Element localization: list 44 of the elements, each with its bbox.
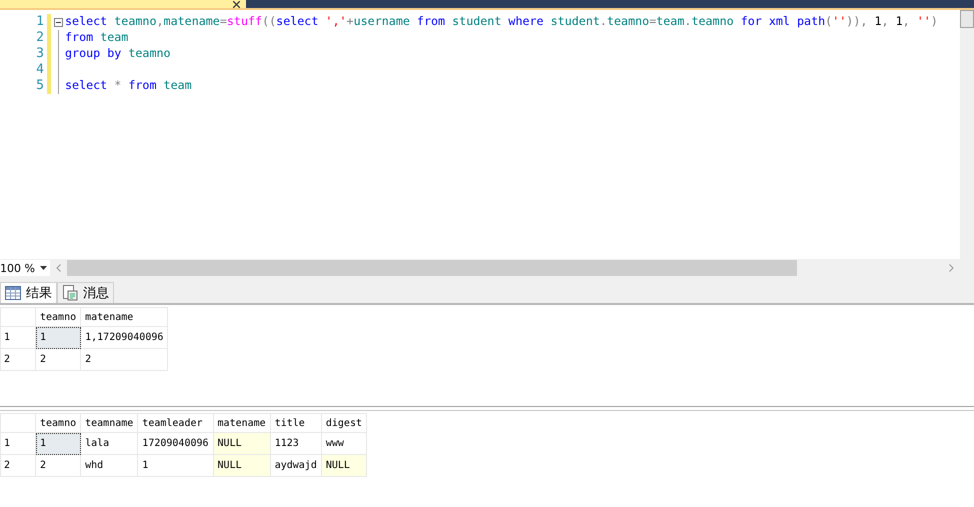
column-header[interactable]: teamname [80, 414, 138, 432]
table-cell[interactable]: 2 [36, 348, 81, 370]
table-cell[interactable]: whd [80, 454, 138, 476]
line-number: 5 [35, 78, 44, 94]
table-cell[interactable]: 2 [36, 454, 81, 476]
table-cell[interactable]: NULL [213, 432, 270, 454]
line-number: 1 [35, 14, 44, 30]
table-cell[interactable]: 1,17209040096 [80, 326, 168, 348]
close-icon[interactable] [233, 1, 240, 8]
column-header[interactable]: teamleader [138, 414, 214, 432]
document-icon [62, 285, 78, 301]
line-number: 3 [35, 46, 44, 62]
table-cell[interactable]: 1 [36, 432, 81, 454]
result-tab[interactable]: 消息 [57, 282, 114, 303]
table-cell[interactable]: 1 [138, 454, 214, 476]
table-cell[interactable]: 2 [80, 348, 168, 370]
table-cell[interactable]: 1123 [270, 432, 322, 454]
table-cell[interactable]: aydwajd [270, 454, 322, 476]
column-header[interactable]: digest [321, 414, 366, 432]
code-line: group by teamno [65, 46, 171, 62]
code-line: select * from team [65, 78, 192, 94]
table-cell[interactable]: NULL [321, 454, 366, 476]
code-line: from team [65, 30, 128, 46]
column-header[interactable]: teamno [36, 414, 81, 432]
code-line: select teamno,matename=stuff((select ','+username from student where student.teamno=team.teamno for xml path('')), 1, 1, '') [65, 14, 938, 30]
line-number: 4 [35, 62, 44, 78]
split-handle[interactable] [960, 10, 974, 28]
scrollbar-thumb[interactable] [67, 260, 797, 276]
table-cell[interactable]: NULL [213, 454, 270, 476]
table-cell[interactable]: 1 [36, 326, 81, 348]
vertical-scrollbar[interactable] [960, 10, 974, 259]
column-header[interactable]: teamno [36, 308, 81, 326]
table-cell[interactable]: lala [80, 432, 138, 454]
table-cell[interactable]: www [321, 432, 366, 454]
collapse-icon[interactable] [54, 18, 62, 26]
column-header[interactable]: matename [80, 308, 168, 326]
table-icon [5, 286, 21, 300]
result-tab[interactable]: 结果 [0, 282, 57, 303]
column-header[interactable]: matename [213, 414, 270, 432]
table-cell[interactable]: 17209040096 [138, 432, 214, 454]
line-number: 2 [35, 30, 44, 46]
zoom-dropdown[interactable]: 100 % [0, 260, 50, 276]
column-header[interactable]: title [270, 414, 322, 432]
caret-icon [40, 266, 47, 270]
